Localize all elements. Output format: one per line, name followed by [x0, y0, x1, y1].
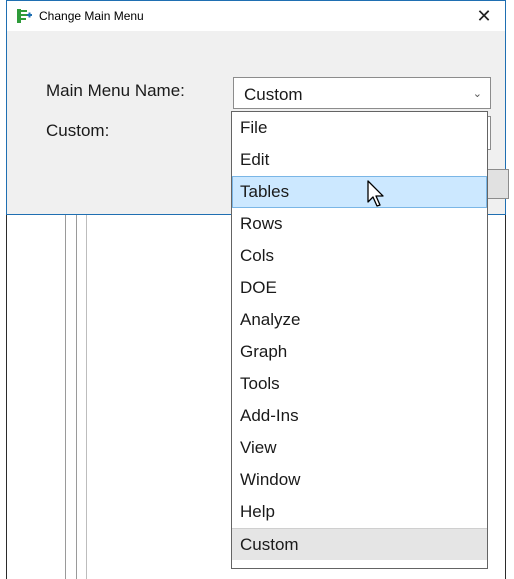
background-panel-divider[interactable] — [65, 212, 77, 579]
dropdown-option-window[interactable]: Window — [232, 464, 487, 496]
main-menu-dropdown-list: File Edit Tables Rows Cols DOE Analyze G… — [231, 111, 488, 569]
close-button[interactable]: ✕ — [467, 1, 501, 31]
select-current-value: Custom — [244, 85, 303, 104]
dropdown-option-help[interactable]: Help — [232, 496, 487, 528]
background-panel-inner-edge — [77, 212, 87, 579]
window-title: Change Main Menu — [39, 9, 144, 23]
dropdown-option-graph[interactable]: Graph — [232, 336, 487, 368]
dropdown-option-doe[interactable]: DOE — [232, 272, 487, 304]
main-menu-name-label: Main Menu Name: — [46, 81, 185, 100]
title-bar: Change Main Menu ✕ — [7, 1, 505, 31]
mouse-pointer-icon — [366, 180, 388, 210]
app-menu-icon — [15, 7, 33, 25]
dropdown-option-analyze[interactable]: Analyze — [232, 304, 487, 336]
dropdown-option-cols[interactable]: Cols — [232, 240, 487, 272]
dropdown-option-rows[interactable]: Rows — [232, 208, 487, 240]
dropdown-option-edit[interactable]: Edit — [232, 144, 487, 176]
dropdown-option-tables[interactable]: Tables — [232, 176, 487, 208]
dropdown-option-custom[interactable]: Custom — [232, 528, 487, 560]
chevron-down-icon: ⌄ — [472, 88, 482, 100]
dropdown-option-file[interactable]: File — [232, 112, 487, 144]
custom-label: Custom: — [46, 121, 110, 140]
dropdown-option-view[interactable]: View — [232, 432, 487, 464]
dropdown-option-add-ins[interactable]: Add-Ins — [232, 400, 487, 432]
main-menu-name-select[interactable]: Custom ⌄ — [233, 77, 491, 109]
dropdown-option-tools[interactable]: Tools — [232, 368, 487, 400]
